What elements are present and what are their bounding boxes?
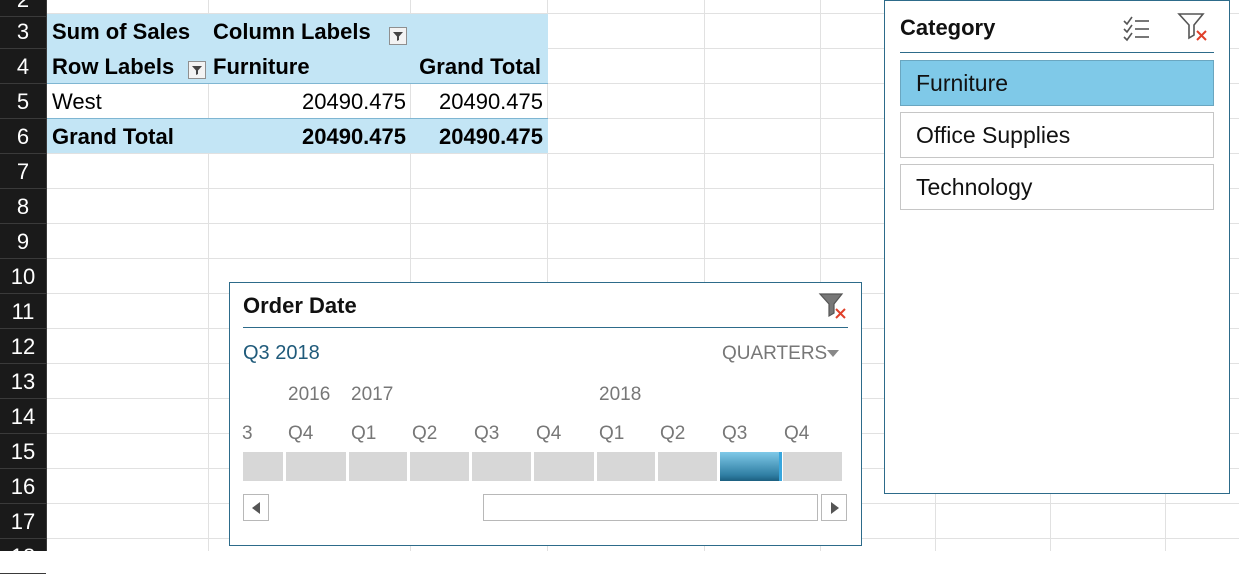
timeline-period-bar[interactable]	[534, 452, 594, 481]
timeline-period-bar[interactable]	[243, 452, 283, 481]
pivot-col-furniture[interactable]: Furniture	[213, 49, 310, 84]
slicer-title: Category	[900, 15, 996, 40]
row-headers: 2 3 4 5 6 7 8 9 10 11 12 13 14 15 16 17 …	[0, 0, 47, 574]
row-header-16[interactable]: 16	[0, 469, 46, 504]
row-header-17[interactable]: 17	[0, 504, 46, 539]
pivot-col-grand-total[interactable]: Grand Total	[410, 49, 541, 84]
timeline-period-bar[interactable]	[597, 452, 655, 481]
timeline-quarter-label: Q1	[599, 423, 625, 444]
clear-filter-icon[interactable]	[818, 291, 850, 321]
pivot-west-furniture[interactable]: 20490.475	[213, 84, 406, 119]
timeline-quarter-label: Q2	[412, 423, 438, 444]
filter-funnel-icon	[192, 66, 202, 75]
column-filter-button[interactable]	[389, 27, 407, 45]
row-header-6[interactable]: 6	[0, 119, 46, 154]
row-header-5[interactable]: 5	[0, 84, 46, 119]
timeline-scroll-thumb[interactable]	[483, 494, 818, 521]
timeline-period-bar[interactable]	[286, 452, 346, 481]
row-header-13[interactable]: 13	[0, 364, 46, 399]
pivot-sum-label[interactable]: Sum of Sales	[52, 14, 190, 49]
timeline-period-bar[interactable]	[349, 452, 407, 481]
pivot-grand-total[interactable]: 20490.475	[410, 119, 543, 154]
row-header-12[interactable]: 12	[0, 329, 46, 364]
timeline-year-2018: 2018	[599, 384, 642, 405]
arrow-right-icon	[831, 502, 839, 514]
pivot-row-west[interactable]: West	[52, 84, 102, 119]
timeline-year-2017: 2017	[351, 384, 394, 405]
row-header-18[interactable]: 18	[0, 539, 46, 574]
timeline-period-bar[interactable]	[658, 452, 717, 481]
scroll-right-button[interactable]	[821, 494, 847, 521]
chevron-down-icon[interactable]	[827, 350, 839, 358]
timeline-quarter-label: Q4	[288, 423, 314, 444]
pivot-column-labels[interactable]: Column Labels	[213, 14, 371, 49]
row-header-7[interactable]: 7	[0, 154, 46, 189]
timeline-quarter-label: Q3	[474, 423, 500, 444]
filter-funnel-icon	[393, 32, 403, 41]
row-header-11[interactable]: 11	[0, 294, 46, 329]
row-header-4[interactable]: 4	[0, 49, 46, 84]
pivot-row-labels[interactable]: Row Labels	[52, 49, 174, 84]
row-header-15[interactable]: 15	[0, 434, 46, 469]
slicer-item-technology[interactable]: Technology	[900, 164, 1214, 210]
arrow-left-icon	[252, 502, 260, 514]
timeline-period-bar[interactable]	[410, 452, 469, 481]
timeline-level-dropdown[interactable]: QUARTERS	[722, 343, 827, 365]
timeline-title: Order Date	[243, 293, 357, 318]
timeline-selection-label: Q3 2018	[243, 342, 320, 364]
row-header-3[interactable]: 3	[0, 14, 46, 49]
slicer-item-furniture[interactable]: Furniture	[900, 60, 1214, 106]
clear-filter-icon[interactable]	[1177, 11, 1211, 43]
row-header-8[interactable]: 8	[0, 189, 46, 224]
timeline-year-2016: 2016	[288, 384, 331, 405]
row-header-10[interactable]: 10	[0, 259, 46, 294]
timeline-quarter-label: Q4	[784, 423, 810, 444]
pivot-grand-furniture[interactable]: 20490.475	[213, 119, 406, 154]
timeline-period-bar[interactable]	[783, 452, 842, 481]
multi-select-icon[interactable]	[1121, 13, 1153, 43]
row-header-14[interactable]: 14	[0, 399, 46, 434]
timeline-period-bar-selected[interactable]	[720, 452, 782, 481]
pivot-west-total[interactable]: 20490.475	[410, 84, 543, 119]
timeline-quarter-label: Q4	[536, 423, 562, 444]
row-header-9[interactable]: 9	[0, 224, 46, 259]
timeline-period-bar[interactable]	[472, 452, 531, 481]
timeline-quarter-label: Q3	[722, 423, 748, 444]
timeline-quarter-label: 3	[242, 423, 253, 444]
pivot-grand-total-label[interactable]: Grand Total	[52, 119, 174, 154]
category-slicer[interactable]: Category Furniture Office Supplies Techn…	[884, 0, 1230, 494]
scroll-left-button[interactable]	[243, 494, 269, 521]
timeline-quarter-label: Q2	[660, 423, 686, 444]
timeline-quarter-label: Q1	[351, 423, 377, 444]
row-filter-button[interactable]	[188, 61, 206, 79]
slicer-item-office-supplies[interactable]: Office Supplies	[900, 112, 1214, 158]
